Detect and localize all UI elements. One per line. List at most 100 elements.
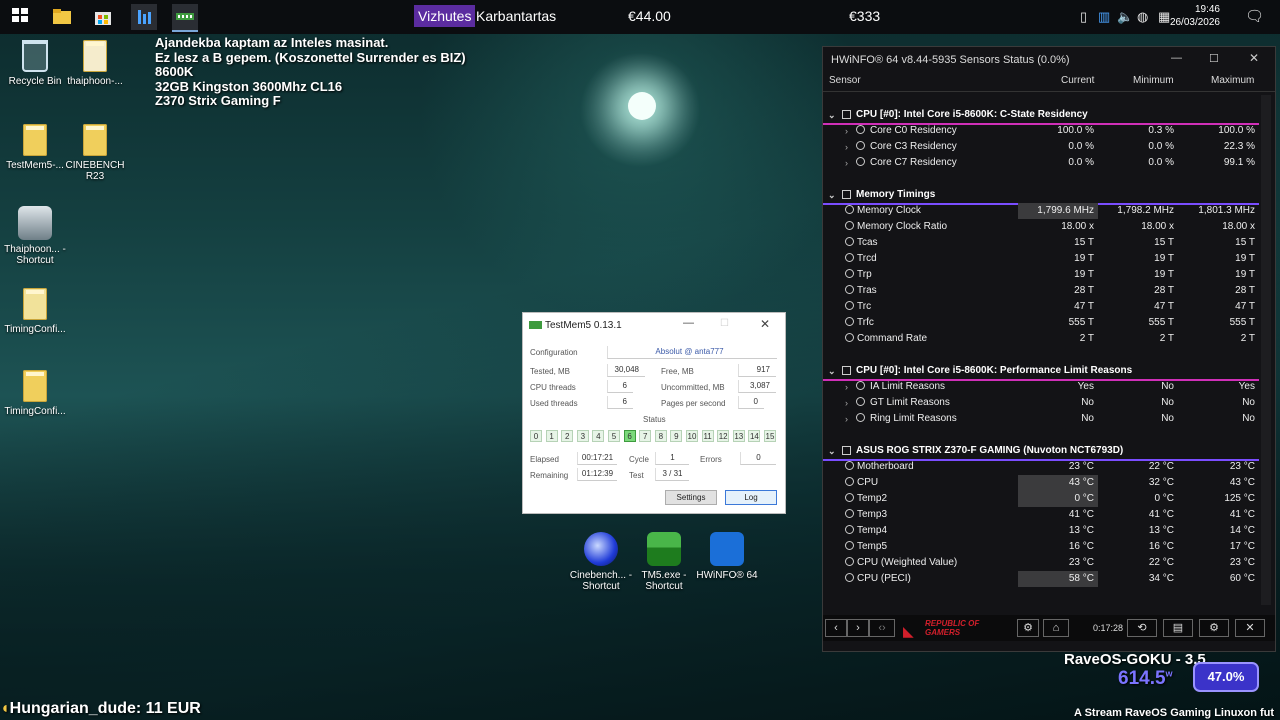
keyboard-icon[interactable]: ▦: [1158, 9, 1170, 25]
testmem-taskbar-icon[interactable]: [172, 4, 198, 32]
sensor-row[interactable]: Temp3 41 °C 41 °C 41 °C: [823, 507, 1259, 523]
sensor-row[interactable]: Trcd 19 T 19 T 19 T: [823, 251, 1259, 267]
sensor-maximum: 23 °C: [1229, 557, 1255, 568]
sensor-maximum: 41 °C: [1229, 509, 1255, 520]
thaiphoon-folder[interactable]: thaiphoon-...: [60, 40, 130, 87]
close-sensors-button[interactable]: ✕: [1235, 619, 1265, 637]
cinebench-shortcut[interactable]: Cinebench... - Shortcut: [566, 532, 636, 592]
notification-icon[interactable]: 🗨: [1245, 7, 1264, 25]
store-icon[interactable]: [91, 4, 117, 30]
sensor-row[interactable]: Trc 47 T 47 T 47 T: [823, 299, 1259, 315]
hwinfo-tray-icon[interactable]: ▥: [1098, 9, 1110, 25]
column-maximum[interactable]: Maximum: [1211, 75, 1254, 91]
chevron-down-icon[interactable]: ⌄: [828, 187, 836, 203]
minimize-button[interactable]: —: [683, 317, 694, 329]
maximize-button[interactable]: ☐: [1209, 52, 1219, 65]
sensor-row[interactable]: › Core C7 Residency 0.0 % 0.0 % 99.1 %: [823, 155, 1259, 171]
sensor-row[interactable]: CPU 43 °C 32 °C 43 °C: [823, 475, 1259, 491]
close-button[interactable]: ✕: [760, 317, 770, 331]
thaiphoon-shortcut[interactable]: Thaiphoon... - Shortcut: [0, 206, 74, 266]
overlay-line: Ajandekba kaptam az Inteles masinat.: [155, 35, 389, 50]
column-current[interactable]: Current: [1061, 75, 1094, 91]
chevron-right-icon[interactable]: ›: [845, 155, 848, 171]
sensor-row[interactable]: › Ring Limit Reasons No No No: [823, 411, 1259, 427]
report-button[interactable]: ▤: [1163, 619, 1193, 637]
gauge-icon: [845, 477, 854, 486]
network-button[interactable]: ⚙: [1017, 619, 1039, 637]
rog-eye-icon: ◣: [903, 623, 914, 639]
sensor-row[interactable]: Command Rate 2 T 2 T 2 T: [823, 331, 1259, 347]
collapse-button[interactable]: ‹›: [869, 619, 895, 637]
sensor-row[interactable]: CPU (Weighted Value) 23 °C 22 °C 23 °C: [823, 555, 1259, 571]
sensor-minimum: 555 T: [1148, 317, 1174, 328]
chevron-right-icon[interactable]: ›: [845, 379, 848, 395]
sensor-row[interactable]: Temp4 13 °C 13 °C 14 °C: [823, 523, 1259, 539]
hwinfo-taskbar-icon[interactable]: [131, 4, 157, 30]
status-label: Status: [643, 415, 666, 424]
sensor-row[interactable]: Temp5 16 °C 16 °C 17 °C: [823, 539, 1259, 555]
sensor-name: Ring Limit Reasons: [870, 413, 957, 424]
chevron-down-icon[interactable]: ⌄: [828, 107, 836, 123]
sensor-row[interactable]: Motherboard 23 °C 22 °C 23 °C: [823, 459, 1259, 475]
chevron-right-icon[interactable]: ›: [845, 411, 848, 427]
sensor-row[interactable]: › Core C0 Residency 100.0 % 0.3 % 100.0 %: [823, 123, 1259, 139]
chevron-right-icon[interactable]: ›: [845, 123, 848, 139]
sensor-name: Tras: [857, 285, 877, 296]
section-title: CPU [#0]: Intel Core i5-8600K: C-State R…: [856, 109, 1088, 120]
scrollbar[interactable]: [1261, 95, 1271, 605]
sensor-minimum: No: [1161, 397, 1174, 408]
sensor-maximum: 28 T: [1235, 285, 1255, 296]
sensor-minimum: 19 T: [1154, 253, 1174, 264]
sensor-row[interactable]: › Core C3 Residency 0.0 % 0.0 % 22.3 %: [823, 139, 1259, 155]
nav-left-button[interactable]: ‹: [825, 619, 847, 637]
network-icon[interactable]: ◍: [1137, 9, 1148, 25]
file-explorer-icon[interactable]: [50, 4, 76, 30]
settings-button[interactable]: ⚙: [1199, 619, 1229, 637]
column-sensor[interactable]: Sensor: [829, 75, 861, 91]
chevron-down-icon[interactable]: ⌄: [828, 363, 836, 379]
gauge-icon: [845, 301, 854, 310]
timingconfig-folder-2[interactable]: TimingConfi...: [0, 370, 74, 417]
hwinfo-toolbar: ‹ › ‹› ◣ REPUBLIC OF GAMERS ⚙ ⌂ 0:17:28 …: [823, 615, 1275, 641]
tm5-shortcut[interactable]: TM5.exe - Shortcut: [629, 532, 699, 592]
clock[interactable]: 19:46 26/03/2026: [1170, 3, 1220, 29]
volume-icon[interactable]: 🔈: [1117, 9, 1133, 25]
cinebench-folder[interactable]: CINEBENCH R23: [60, 124, 130, 182]
log-button[interactable]: Log: [725, 490, 777, 505]
sensor-row[interactable]: Tcas 15 T 15 T 15 T: [823, 235, 1259, 251]
sensor-row[interactable]: Memory Clock 1,799.6 MHz 1,798.2 MHz 1,801.…: [823, 203, 1259, 219]
sensor-row[interactable]: CPU (PECI) 58 °C 34 °C 60 °C: [823, 571, 1259, 587]
used-threads-value: 6: [607, 396, 633, 409]
testmem-window[interactable]: TestMem5 0.13.1 — ☐ ✕ Configuration Abso…: [522, 312, 786, 514]
usb-tray-icon[interactable]: ▯: [1080, 9, 1087, 25]
status-cell: 7: [639, 430, 652, 442]
sensor-row[interactable]: › IA Limit Reasons Yes No Yes: [823, 379, 1259, 395]
configuration-value[interactable]: Absolut @ anta777: [607, 346, 777, 359]
column-minimum[interactable]: Minimum: [1133, 75, 1174, 91]
sensor-row[interactable]: Temp2 0 °C 0 °C 125 °C: [823, 491, 1259, 507]
sensor-row[interactable]: Memory Clock Ratio 18.00 x 18.00 x 18.00 x: [823, 219, 1259, 235]
windows-start-icon[interactable]: [9, 4, 35, 30]
sensor-row[interactable]: Tras 28 T 28 T 28 T: [823, 283, 1259, 299]
nav-right-button[interactable]: ›: [847, 619, 869, 637]
chevron-right-icon[interactable]: ›: [845, 395, 848, 411]
hwinfo-window[interactable]: HWiNFO® 64 v8.44-5935 Sensors Status (0.…: [822, 46, 1276, 652]
maximize-button[interactable]: ☐: [720, 318, 729, 329]
hwinfo-shortcut[interactable]: HWiNFO® 64: [692, 532, 762, 581]
chip-icon: [842, 366, 851, 375]
chevron-down-icon[interactable]: ⌄: [828, 443, 836, 459]
sensor-name: Command Rate: [857, 333, 928, 344]
sensor-maximum: 22.3 %: [1223, 141, 1255, 152]
chevron-right-icon[interactable]: ›: [845, 139, 848, 155]
sensor-maximum: 100.0 %: [1218, 125, 1255, 136]
timingconfig-folder-1[interactable]: TimingConfi...: [0, 288, 74, 335]
close-button[interactable]: ✕: [1249, 51, 1259, 65]
sensors-button[interactable]: ⌂: [1043, 619, 1069, 637]
settings-button[interactable]: Settings: [665, 490, 717, 505]
sensor-row[interactable]: › GT Limit Reasons No No No: [823, 395, 1259, 411]
reset-button[interactable]: ⟲: [1127, 619, 1157, 637]
sensor-name: Temp3: [857, 509, 888, 520]
sensor-row[interactable]: Trp 19 T 19 T 19 T: [823, 267, 1259, 283]
minimize-button[interactable]: —: [1171, 52, 1182, 64]
sensor-row[interactable]: Trfc 555 T 555 T 555 T: [823, 315, 1259, 331]
